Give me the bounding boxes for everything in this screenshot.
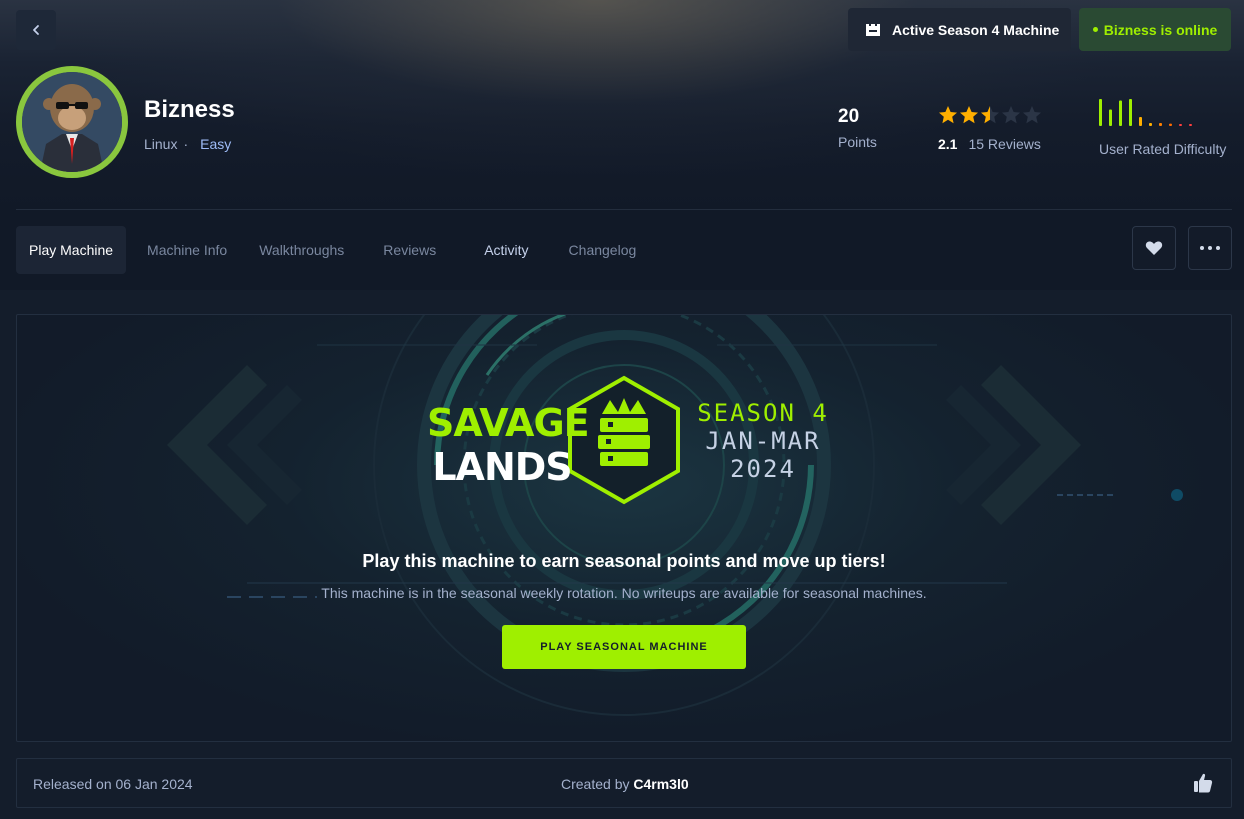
heart-icon <box>1145 241 1163 255</box>
season-badge-label: Active Season 4 Machine <box>892 21 1060 38</box>
points-label: Points <box>838 134 877 150</box>
active-season-badge[interactable]: Active Season 4 Machine <box>848 8 1071 51</box>
difficulty-chart <box>1099 99 1192 126</box>
monkey-avatar-icon <box>22 72 122 172</box>
thumbs-up-icon[interactable] <box>1193 773 1213 793</box>
star-icon <box>939 106 957 124</box>
star-icon <box>960 106 978 124</box>
banner-decoration <box>167 315 1183 716</box>
rating-stars <box>938 104 1042 126</box>
machine-status-badge: Bizness is online <box>1079 8 1231 51</box>
header-divider <box>16 209 1232 210</box>
banner-subtitle: This machine is in the seasonal weekly r… <box>321 585 927 601</box>
rating-stat[interactable]: 2.1 15 Reviews <box>938 104 1042 152</box>
chevron-left-icon <box>33 25 39 35</box>
difficulty-bar <box>1119 100 1122 126</box>
play-seasonal-machine-button[interactable]: PLAY SEASONAL MACHINE <box>502 625 746 669</box>
created-by: Created by C4rm3l0 <box>561 776 689 792</box>
tab-activity[interactable]: Activity <box>471 226 541 274</box>
points-value: 20 <box>838 106 860 127</box>
season-months: JAN-MAR <box>705 427 821 455</box>
machine-tabs: Play Machine Machine Info Walkthroughs R… <box>16 226 649 274</box>
os-label: Linux <box>144 136 178 152</box>
user-difficulty-stat[interactable]: User Rated Difficulty <box>1099 94 1226 157</box>
difficulty-bar <box>1159 123 1162 126</box>
machine-avatar <box>16 66 128 178</box>
user-difficulty-label: User Rated Difficulty <box>1099 141 1227 157</box>
machine-footer: Released on 06 Jan 2024 Created by C4rm3… <box>16 758 1232 808</box>
online-dot-icon <box>1092 27 1098 32</box>
difficulty-label: Easy <box>200 136 232 152</box>
status-label: Bizness is online <box>1103 21 1218 38</box>
castle-icon <box>866 23 880 36</box>
difficulty-bar <box>1139 117 1142 126</box>
tab-machine-info[interactable]: Machine Info <box>134 226 240 274</box>
rating-value: 2.1 <box>938 136 958 152</box>
more-horizontal-icon <box>1200 246 1220 250</box>
difficulty-bar <box>1179 124 1182 126</box>
favorite-button[interactable] <box>1132 226 1176 270</box>
difficulty-bar <box>1129 99 1132 126</box>
season-year: 2024 <box>730 455 796 483</box>
star-icon <box>1023 106 1041 124</box>
difficulty-bar <box>1099 99 1102 126</box>
tab-play-machine[interactable]: Play Machine <box>16 226 127 274</box>
logo-line-lands: LANDS <box>432 445 572 489</box>
seasonal-banner: SAVAGE LANDS SEASON 4 JAN-MAR 2024 Play … <box>16 314 1232 742</box>
difficulty-bar <box>1169 123 1172 126</box>
logo-line-savage: SAVAGE <box>427 401 590 445</box>
meta-separator: · <box>183 136 189 152</box>
difficulty-bar <box>1189 124 1192 126</box>
points-stat: 20 Points <box>838 106 877 150</box>
tab-walkthroughs[interactable]: Walkthroughs <box>246 226 357 274</box>
created-prefix: Created by <box>561 776 630 792</box>
savage-lands-logo: SAVAGE LANDS <box>427 401 590 489</box>
difficulty-bar <box>1109 109 1112 126</box>
tab-reviews[interactable]: Reviews <box>370 226 449 274</box>
more-options-button[interactable] <box>1188 226 1232 270</box>
difficulty-bar <box>1149 123 1152 126</box>
back-button[interactable] <box>16 10 56 50</box>
machine-title: Bizness <box>144 96 235 123</box>
tab-changelog[interactable]: Changelog <box>556 226 650 274</box>
season-dates: SEASON 4 JAN-MAR 2024 <box>693 399 833 483</box>
creator-link[interactable]: C4rm3l0 <box>633 776 688 792</box>
release-date: Released on 06 Jan 2024 <box>33 776 193 792</box>
machine-meta: Linux · Easy <box>144 136 231 152</box>
banner-title: Play this machine to earn seasonal point… <box>362 551 886 571</box>
star-icon <box>1002 106 1020 124</box>
reviews-count: 15 Reviews <box>968 136 1041 152</box>
star-icon <box>981 106 999 124</box>
season-number: SEASON 4 <box>697 399 829 427</box>
